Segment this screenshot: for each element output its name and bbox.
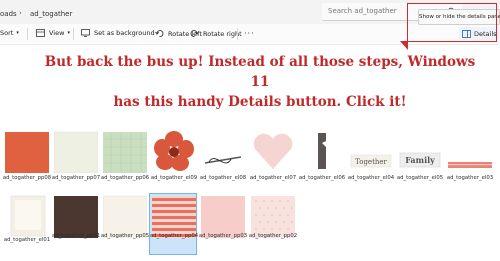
file-label: ad_togather_el01 <box>3 237 51 243</box>
callout-arrow <box>400 41 408 50</box>
ribbon-strip-thumbnail <box>448 162 492 168</box>
striped-paper-thumbnail <box>152 196 196 238</box>
bracket-clip-thumbnail <box>318 133 326 169</box>
rotate-right-label: Rotate right <box>203 29 242 38</box>
file-tile[interactable] <box>3 127 51 179</box>
file-tile[interactable] <box>101 127 149 179</box>
view-icon <box>36 29 45 37</box>
callout-highlight-box <box>407 3 497 42</box>
file-label: ad_togather_el08 <box>199 175 247 181</box>
chevron-down-icon: ▾ <box>67 30 70 36</box>
brown-paper-thumbnail <box>54 196 98 238</box>
rotate-right-icon <box>190 30 199 37</box>
view-label: View <box>49 29 65 37</box>
set-as-background-label: Set as background <box>94 29 155 37</box>
file-label: ad_togather_el05 <box>396 175 444 181</box>
rotate-left-icon <box>155 30 164 37</box>
file-tile[interactable] <box>446 127 494 179</box>
file-tile[interactable] <box>249 127 297 179</box>
rotate-right-button[interactable]: Rotate right <box>190 29 242 38</box>
cream-paper-thumbnail <box>54 131 98 173</box>
breadcrumb-current[interactable]: ad_togather <box>30 10 72 18</box>
file-label: ad_togather_el06 <box>298 175 346 181</box>
pink-heart-thumbnail <box>253 133 293 169</box>
file-tile[interactable]: Family <box>396 127 444 179</box>
instruction-caption: But back the bus up! Instead of all thos… <box>40 52 480 112</box>
file-tile[interactable] <box>52 127 100 179</box>
more-options-button[interactable]: ··· <box>244 29 255 38</box>
together-label-thumbnail: Together <box>350 154 392 168</box>
address-bar[interactable]: oads › ad_togather <box>0 3 300 20</box>
green-paper-thumbnail <box>103 132 147 173</box>
sort-label: Sort <box>0 29 14 37</box>
toolbar-divider <box>73 28 74 40</box>
file-label: ad_togather_pp03 <box>198 233 248 239</box>
file-label: ad_togather_pp06 <box>100 175 150 181</box>
file-tile[interactable] <box>298 127 346 179</box>
file-label: ad_togather_el09 <box>150 175 198 181</box>
together-text: Together <box>355 158 387 166</box>
file-tile[interactable]: Together <box>347 127 395 179</box>
toolbar-divider <box>237 28 238 40</box>
file-label: ad_togather_pp04 <box>149 233 199 239</box>
more-options-icon: ··· <box>244 29 255 38</box>
file-tile[interactable] <box>199 127 247 179</box>
family-text: Family <box>405 155 435 165</box>
desktop-icon <box>81 29 90 37</box>
pink-dot-paper-thumbnail <box>251 196 295 238</box>
file-label: ad_togather_el04 <box>347 175 395 181</box>
file-label: ad_togather_el07 <box>249 175 297 181</box>
toolbar-divider <box>27 28 28 40</box>
pink-paper-thumbnail <box>201 196 245 238</box>
sort-button[interactable]: Sort ▾ <box>0 29 19 37</box>
file-label: ad_togather_pp05 <box>100 233 150 239</box>
caption-line-2: has this handy Details button. Click it! <box>113 94 407 110</box>
caption-line-1: But back the bus up! Instead of all thos… <box>44 54 476 90</box>
orange-paper-thumbnail <box>5 132 49 173</box>
red-flower-thumbnail <box>154 131 194 171</box>
view-button[interactable]: View ▾ <box>36 29 70 37</box>
file-label: ad_togather_el03 <box>446 175 494 181</box>
cream-frame-thumbnail <box>10 195 46 237</box>
breadcrumb-chevron-icon: › <box>19 9 22 17</box>
file-label: ad_togather_pp01 <box>51 233 101 239</box>
set-as-background-button[interactable]: Set as background <box>81 29 155 37</box>
ivory-paper-thumbnail <box>103 195 147 238</box>
file-tile[interactable] <box>150 127 198 179</box>
chevron-down-icon: ▾ <box>16 30 19 36</box>
file-label: ad_togather_pp02 <box>248 233 298 239</box>
file-label: ad_togather_pp08 <box>2 175 52 181</box>
breadcrumb-parent[interactable]: oads <box>0 10 17 18</box>
file-label: ad_togather_pp07 <box>51 175 101 181</box>
family-label-thumbnail: Family <box>399 152 441 168</box>
needle-thread-thumbnail <box>204 156 242 164</box>
